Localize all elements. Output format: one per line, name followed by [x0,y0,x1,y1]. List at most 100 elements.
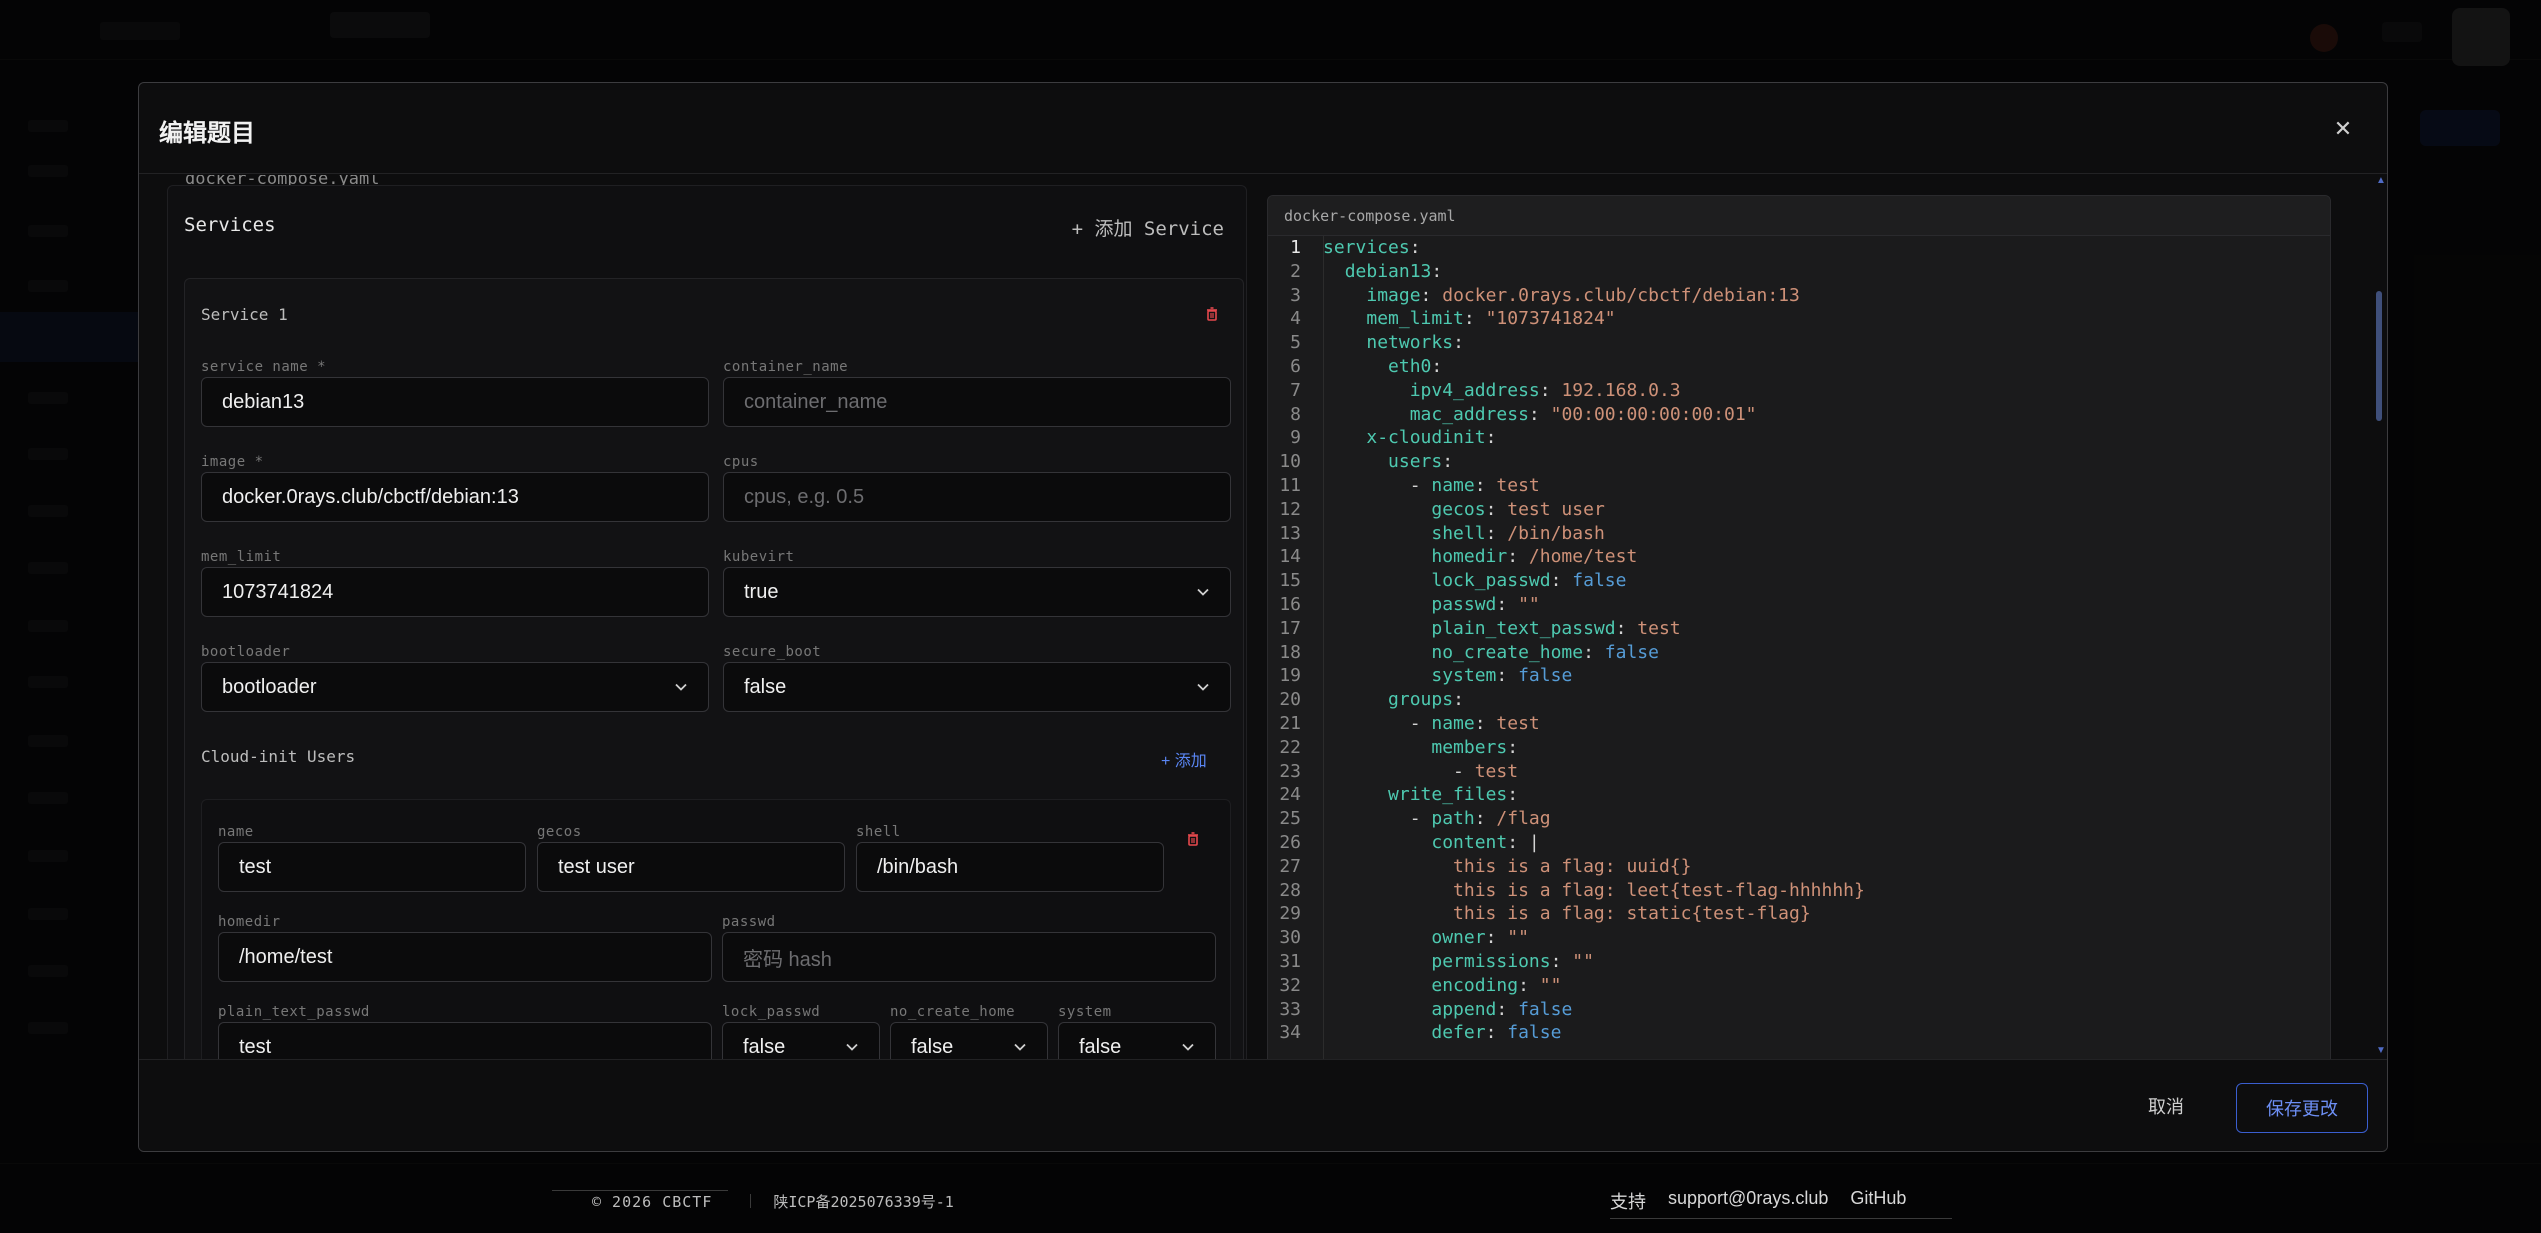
code-line[interactable]: 15 lock_passwd: false [1268,569,2330,593]
code-line[interactable]: 12 gecos: test user [1268,498,2330,522]
code-token: docker.0rays.club/cbctf/debian:13 [1442,284,1800,306]
line-text: homedir: /home/test [1323,545,1637,569]
secure-boot-label: secure_boot [723,644,822,660]
user-plain-passwd-input[interactable]: test [218,1022,712,1059]
scroll-down-icon[interactable]: ▼ [2376,1045,2386,1056]
line-number: 5 [1290,332,1301,354]
line-text: this is a flag: static{test-flag} [1323,902,1811,926]
code-line[interactable]: 32 encoding: "" [1268,974,2330,998]
user-homedir-input[interactable]: /home/test [218,932,712,982]
line-text: permissions: "" [1323,950,1594,974]
delete-user-icon[interactable] [1184,830,1202,848]
line-number: 21 [1279,712,1301,734]
code-line[interactable]: 18 no_create_home: false [1268,641,2330,665]
footer-link-email[interactable]: support@0rays.club [1668,1188,1828,1214]
code-line[interactable]: 14 homedir: /home/test [1268,545,2330,569]
code-line[interactable]: 23 - test [1268,760,2330,784]
user-system-select[interactable]: false [1058,1022,1216,1059]
modal-scrollbar[interactable] [2376,183,2382,1043]
code-line[interactable]: 26 content: | [1268,831,2330,855]
code-token: this is a flag: static{test-flag} [1453,903,1811,925]
footer-link-support[interactable]: 支持 [1610,1188,1646,1214]
code-line[interactable]: 6 eth0: [1268,355,2330,379]
user-lock-passwd-select[interactable]: false [722,1022,880,1059]
line-number: 20 [1279,689,1301,711]
line-text: content: | [1323,831,1539,855]
code-line[interactable]: 3 image: docker.0rays.club/cbctf/debian:… [1268,284,2330,308]
mem-limit-input[interactable]: 1073741824 [201,567,709,617]
code-line[interactable]: 1 services: [1268,236,2330,260]
footer-link-github[interactable]: GitHub [1850,1188,1906,1214]
line-number: 13 [1279,522,1301,544]
code-line[interactable]: 20 groups: [1268,688,2330,712]
delete-service-icon[interactable] [1203,305,1221,323]
image-input[interactable]: docker.0rays.club/cbctf/debian:13 [201,472,709,522]
line-text: system: false [1323,664,1572,688]
user-passwd-input[interactable]: 密码 hash [722,932,1216,982]
line-text: members: [1323,736,1518,760]
code-token: - [1323,474,1432,496]
code-line[interactable]: 4 mem_limit: "1073741824" [1268,307,2330,331]
footer-separator [750,1194,752,1208]
cancel-button[interactable]: 取消 [2139,1082,2193,1132]
code-line[interactable]: 5 networks: [1268,331,2330,355]
code-token: : [1496,593,1519,615]
line-number: 30 [1279,927,1301,949]
line-number: 27 [1279,855,1301,877]
code-line[interactable]: 19 system: false [1268,664,2330,688]
code-line[interactable]: 22 members: [1268,736,2330,760]
secure-boot-select[interactable]: false [723,662,1231,712]
line-text: services: [1323,236,1421,260]
code-line[interactable]: 29 this is a flag: static{test-flag} [1268,902,2330,926]
line-number: 33 [1279,998,1301,1020]
code-line[interactable]: 10 users: [1268,450,2330,474]
cpus-input[interactable]: cpus, e.g. 0.5 [723,472,1231,522]
code-line[interactable]: 33 append: false [1268,998,2330,1022]
code-line[interactable]: 8 mac_address: "00:00:00:00:00:01" [1268,403,2330,427]
user-no-create-home-select[interactable]: false [890,1022,1048,1059]
code-token: - [1323,712,1432,734]
code-line[interactable]: 9 x-cloudinit: [1268,426,2330,450]
user-name-input[interactable]: test [218,842,526,892]
code-line[interactable]: 25 - path: /flag [1268,807,2330,831]
code-line[interactable]: 2 debian13: [1268,260,2330,284]
code-line[interactable]: 16 passwd: "" [1268,593,2330,617]
code-line[interactable]: 30 owner: "" [1268,926,2330,950]
bootloader-select[interactable]: bootloader [201,662,709,712]
code-token: path [1431,808,1475,830]
code-line[interactable]: 21 - name: test [1268,712,2330,736]
container-name-input[interactable]: container_name [723,377,1231,427]
code-token: "" [1539,974,1562,996]
save-button[interactable]: 保存更改 [2236,1083,2368,1133]
close-icon[interactable]: ✕ [2329,115,2357,143]
code-line[interactable]: 34 defer: false [1268,1021,2330,1045]
kubevirt-select[interactable]: true [723,567,1231,617]
add-service-button[interactable]: + 添加 Service [1072,214,1224,241]
line-number: 2 [1290,260,1301,282]
code-line[interactable]: 13 shell: /bin/bash [1268,522,2330,546]
footer-copyright: © 2026 CBCTF [552,1190,729,1212]
code-line[interactable]: 11 - name: test [1268,474,2330,498]
code-line[interactable]: 28 this is a flag: leet{test-flag-hhhhhh… [1268,879,2330,903]
add-cloud-init-user-button[interactable]: + 添加 [1161,747,1207,771]
line-text: shell: /bin/bash [1323,522,1604,546]
footer-icp[interactable]: 陕ICP备2025076339号-1 [773,1191,953,1212]
code-line[interactable]: 24 write_files: [1268,783,2330,807]
code-line[interactable]: 31 permissions: "" [1268,950,2330,974]
code-lines[interactable]: 1 services: 2 debian13: 3 image: docker.0ra… [1268,236,2330,1045]
scrollbar-thumb[interactable] [2376,291,2382,421]
modal-body[interactable]: docker-compose.yaml Services + 添加 Servic… [139,175,2387,1059]
line-number: 14 [1279,546,1301,568]
line-number: 10 [1279,451,1301,473]
user-shell-input[interactable]: /bin/bash [856,842,1164,892]
code-line[interactable]: 7 ipv4_address: 192.168.0.3 [1268,379,2330,403]
yaml-editor[interactable]: docker-compose.yaml 1 services: 2 debian13… [1267,195,2331,1059]
code-line[interactable]: 27 this is a flag: uuid{} [1268,855,2330,879]
code-line[interactable]: 17 plain_text_passwd: test [1268,617,2330,641]
service-name-input[interactable]: debian13 [201,377,709,427]
line-text: - name: test [1323,474,1540,498]
user-gecos-input[interactable]: test user [537,842,845,892]
